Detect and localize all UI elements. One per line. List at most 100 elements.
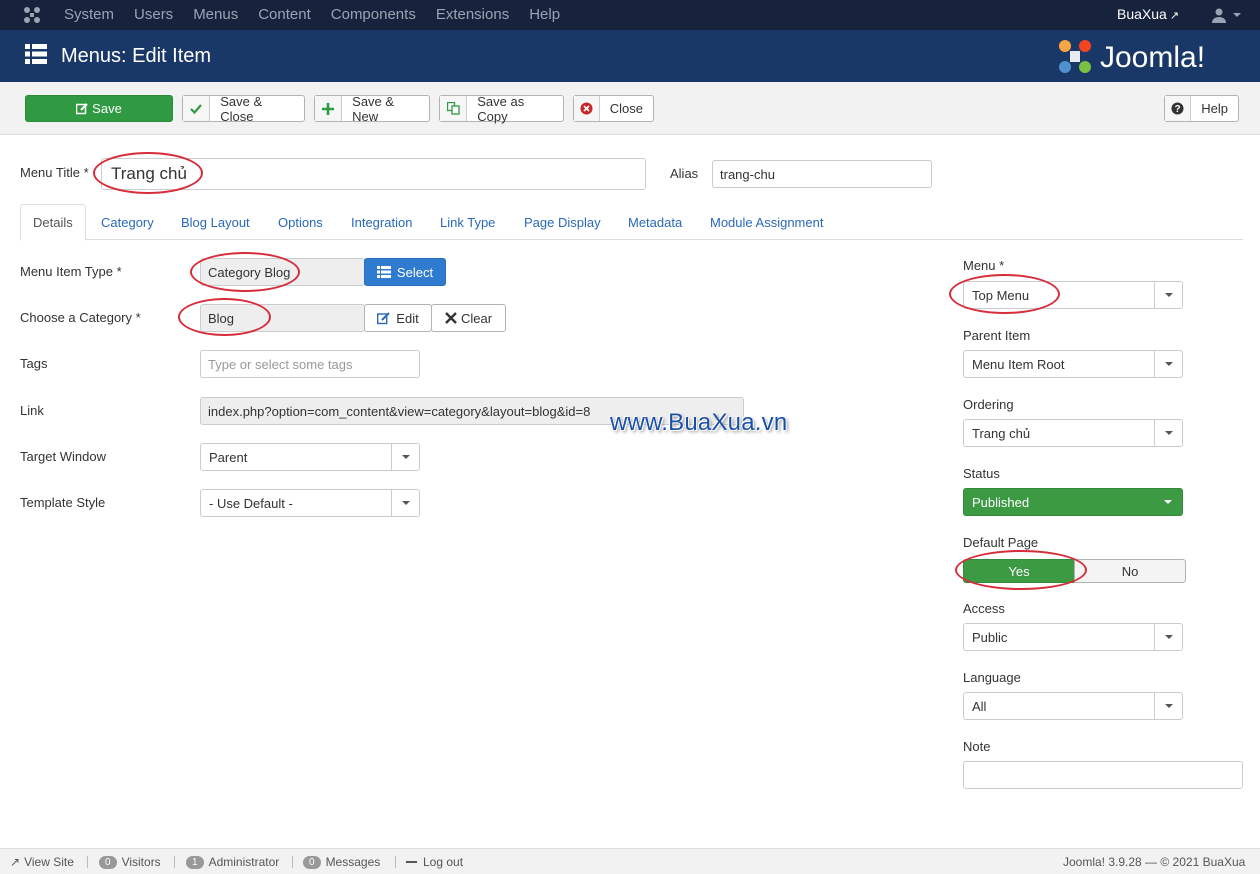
alias-input[interactable]: trang-chu (712, 160, 932, 188)
tab-blog-layout[interactable]: Blog Layout (181, 204, 250, 240)
copy-icon (440, 96, 468, 121)
default-no-button[interactable]: No (1074, 559, 1186, 583)
tab-metadata[interactable]: Metadata (628, 204, 682, 240)
save-as-copy-label: Save as Copy (477, 93, 525, 124)
brand-text: Joomla! (1100, 41, 1205, 74)
tab-link-type[interactable]: Link Type (440, 204, 495, 240)
version-text: Joomla! 3.9.28 — © 2021 BuaXua (1063, 855, 1246, 869)
joomla-brand-logo: Joomla! (1059, 40, 1205, 74)
visitors-link[interactable]: 0 Visitors (99, 855, 161, 869)
joomla-logo-icon[interactable] (23, 6, 41, 24)
menu-help[interactable]: Help (529, 6, 560, 23)
plus-icon (315, 96, 343, 121)
user-dropdown-caret-icon[interactable] (1233, 13, 1241, 17)
svg-text:?: ? (1175, 104, 1181, 115)
help-button[interactable]: ? Help (1164, 95, 1239, 122)
question-icon: ? (1165, 96, 1192, 121)
tags-input[interactable]: Type or select some tags (200, 350, 420, 378)
menu-title-input[interactable]: Trang chủ (101, 158, 646, 190)
status-label: Status (963, 466, 1000, 481)
template-style-label: Template Style (20, 495, 106, 510)
default-page-label: Default Page (963, 535, 1039, 550)
menu-menus[interactable]: Menus (193, 6, 238, 23)
access-select[interactable]: Public (963, 623, 1183, 651)
site-link[interactable]: BuaXua ↗ (1117, 6, 1179, 22)
save-new-button[interactable]: Save & New (314, 94, 430, 124)
tags-label: Tags (20, 356, 48, 371)
user-icon[interactable] (1211, 7, 1227, 23)
minus-icon (406, 861, 417, 863)
divider (395, 856, 396, 868)
tab-bar: Details Category Blog Layout Options Int… (20, 204, 1243, 241)
site-name: BuaXua (1117, 6, 1167, 22)
messages-link[interactable]: 0 Messages (303, 855, 380, 869)
chevron-down-icon (1154, 351, 1182, 377)
save-button[interactable]: Save (25, 95, 173, 122)
divider (292, 856, 293, 868)
page-title: Menus: Edit Item (61, 45, 212, 67)
tab-options[interactable]: Options (278, 204, 323, 240)
chevron-down-icon (1154, 489, 1182, 515)
language-select[interactable]: All (963, 692, 1183, 720)
admin-menu: System Users Menus Content Components Ex… (64, 6, 580, 23)
visitors-count: 0 (99, 855, 117, 869)
help-label: Help (1201, 101, 1228, 116)
close-button[interactable]: Close (573, 95, 654, 122)
divider (87, 856, 88, 868)
edit-category-button[interactable]: Edit (364, 304, 432, 332)
tab-details[interactable]: Details (20, 204, 86, 241)
menu-select[interactable]: Top Menu (963, 281, 1183, 309)
clear-category-button[interactable]: Clear (431, 304, 506, 332)
logout-label: Log out (423, 855, 464, 869)
logout-link[interactable]: Log out (406, 855, 463, 869)
status-select[interactable]: Published (963, 488, 1183, 516)
menu-extensions[interactable]: Extensions (436, 6, 509, 23)
ordering-select[interactable]: Trang chủ (963, 419, 1183, 447)
external-link-icon: ↗ (10, 855, 21, 869)
menu-components[interactable]: Components (331, 6, 416, 23)
template-style-select[interactable]: - Use Default - (200, 489, 420, 517)
target-window-select[interactable]: Parent (200, 443, 420, 471)
default-yes-button[interactable]: Yes (963, 559, 1075, 583)
edit-label: Edit (396, 310, 419, 326)
menu-users[interactable]: Users (134, 6, 173, 23)
access-value: Public (972, 629, 1008, 645)
chevron-down-icon (1154, 282, 1182, 308)
menu-label: Menu * (963, 258, 1005, 273)
edit-icon (76, 96, 88, 121)
save-close-button[interactable]: Save & Close (182, 94, 305, 124)
administrator-link[interactable]: 1 Administrator (186, 855, 279, 869)
parent-item-label: Parent Item (963, 328, 1031, 343)
check-icon (183, 96, 211, 121)
save-as-copy-button[interactable]: Save as Copy (439, 93, 564, 124)
cancel-icon (574, 96, 600, 121)
note-input[interactable] (963, 761, 1243, 789)
list-icon (376, 266, 391, 278)
link-label: Link (20, 403, 44, 418)
target-window-label: Target Window (20, 449, 106, 464)
menu-list-icon (25, 44, 47, 64)
edit-icon (377, 311, 391, 324)
menu-content[interactable]: Content (258, 6, 311, 23)
tab-category[interactable]: Category (101, 204, 154, 240)
view-site-link[interactable]: ↗ View Site (10, 855, 74, 869)
tab-module-assignment[interactable]: Module Assignment (710, 204, 823, 240)
status-footer: ↗ View Site 0 Visitors 1 Administrator 0… (0, 848, 1260, 874)
category-field: Blog (200, 304, 365, 332)
select-type-button[interactable]: Select (364, 258, 446, 286)
access-label: Access (963, 601, 1005, 616)
language-value: All (972, 698, 987, 714)
tab-page-display[interactable]: Page Display (524, 204, 601, 240)
menu-system[interactable]: System (64, 6, 114, 23)
note-label: Note (963, 739, 991, 754)
menu-item-type-label: Menu Item Type * (20, 264, 122, 279)
target-window-value: Parent (209, 449, 248, 465)
chevron-down-icon (1154, 420, 1182, 446)
ordering-label: Ordering (963, 397, 1014, 412)
select-label: Select (396, 264, 434, 280)
divider (174, 856, 175, 868)
tab-integration[interactable]: Integration (351, 204, 412, 240)
top-navbar: System Users Menus Content Components Ex… (0, 0, 1260, 30)
parent-item-select[interactable]: Menu Item Root (963, 350, 1183, 378)
chevron-down-icon (391, 444, 419, 470)
